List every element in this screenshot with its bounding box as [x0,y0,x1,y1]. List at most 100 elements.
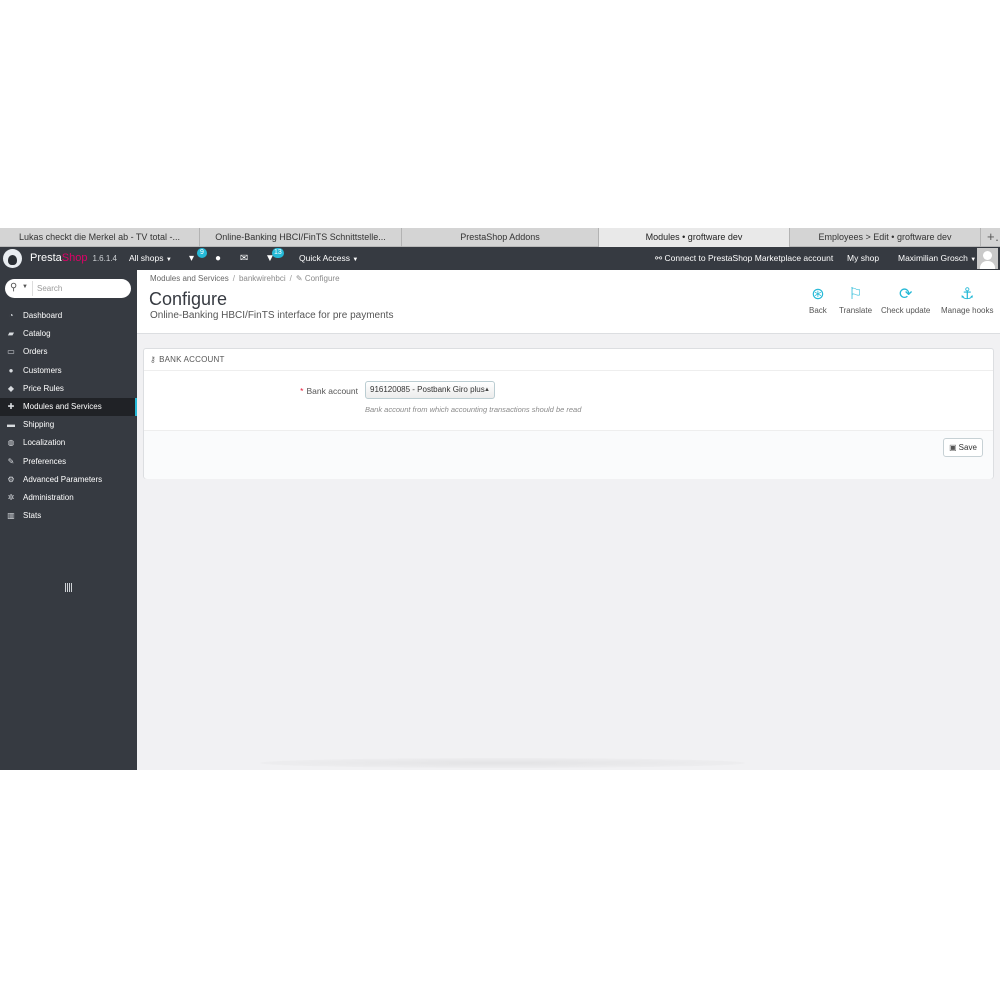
flag-icon: ⚐ [848,286,863,303]
puzzle-icon: ✚ [7,401,15,411]
breadcrumb-item-modules[interactable]: Modules and Services [150,274,229,283]
search-icon[interactable]: ⚲ [10,282,17,293]
top-navbar: PrestaShop 1.6.1.4 All shops ▼ ▾ 9 ● ✉ ▼ … [0,247,1000,270]
credit-card-icon: ▭ [7,347,15,357]
user-name: Maximilian Grosch [898,253,968,263]
sidebar-item-label: Localization [23,438,66,448]
user-menu[interactable]: Maximilian Grosch ▼ [898,247,976,270]
breadcrumb-item-configure: Configure [304,274,340,283]
select-arrows-icon: ▲▼ [484,387,490,393]
sidebar-item-label: Advanced Parameters [23,474,103,484]
marketplace-connect-link[interactable]: ⚯ Connect to PrestaShop Marketplace acco… [655,247,833,270]
browser-tab-2[interactable]: Online-Banking HBCI/FinTS Schnittstelle.… [200,228,402,247]
sidebar-item-catalog[interactable]: ▰ Catalog [0,325,137,343]
wrench-icon: ✎ [7,456,15,466]
breadcrumb-item-module[interactable]: bankwirehbci [239,274,286,283]
avatar[interactable] [977,248,998,269]
brand-name-presta: Presta [30,252,62,264]
anchor-icon: ⚓ [960,286,975,303]
cogs-icon: ⚙ [7,474,15,484]
sidebar-item-label: Orders [23,347,48,357]
sidebar-item-label: Shipping [23,420,55,430]
wrench-icon: ✎ [295,274,305,283]
browser-tab-4[interactable]: Modules • groftware dev [599,228,790,247]
marketplace-connect-label: Connect to PrestaShop Marketplace accoun… [664,253,834,263]
panel-footer: ▣ Save [144,430,993,479]
sidebar-item-label: Dashboard [23,311,63,320]
search-input[interactable] [37,281,125,296]
toolbar-manage-hooks-button[interactable]: ⚓ Manage hooks [941,284,993,315]
browser-tab-5[interactable]: Employees > Edit • groftware dev [790,228,981,247]
toolbar-back-button[interactable]: ⊛ Back [809,284,827,315]
toolbar-check-update-button[interactable]: ⟳ Check update [881,284,930,315]
search-scope-caret-icon[interactable]: ▼ [22,284,28,290]
toolbar-check-update-label: Check update [881,306,931,315]
search-divider [32,281,33,296]
page-title: Configure [149,289,228,309]
caret-down-icon: ▼ [165,257,172,263]
bank-account-help-text: Bank account from which accounting trans… [365,405,582,414]
refresh-icon: ⟳ [898,286,913,303]
sidebar-item-label: Customers [23,365,62,375]
notification-badge: 13 [272,248,284,258]
toolbar-manage-hooks-label: Manage hooks [941,306,994,315]
sidebar-item-advanced-parameters[interactable]: ⚙ Advanced Parameters [0,471,137,489]
collapse-sidebar-icon[interactable] [65,583,73,592]
customer-icon[interactable]: ● [215,253,221,264]
my-shop-label: My shop [847,253,880,263]
sidebar-item-administration[interactable]: ✲ Administration [0,489,137,507]
sidebar-item-shipping[interactable]: ▬ Shipping [0,416,137,434]
browser-tab-3[interactable]: PrestaShop Addons [402,228,599,247]
caret-down-icon: ▼ [970,257,977,263]
breadcrumb: Modules and Services / bankwirehbci / ✎ Conf… [150,274,340,283]
link-icon: ⚯ [655,253,663,263]
sidebar-item-label: Catalog [23,329,51,339]
envelope-icon[interactable]: ✉ [240,253,248,264]
sidebar-item-customers[interactable]: ● Customers [0,362,137,380]
cog-icon: ✲ [7,492,15,502]
sidebar-menu: ◔ Dashboard ▰ Catalog ▭ Orders ● Customers ◆ Pric… [0,307,137,525]
prestashop-logo-icon[interactable] [3,249,22,268]
bank-account-label: * Bank account [244,386,358,396]
required-asterisk: * [300,386,304,396]
save-button[interactable]: ▣ Save [943,438,983,457]
brand-logo[interactable]: PrestaShop 1.6.1.4 [30,247,117,270]
sidebar-item-orders[interactable]: ▭ Orders [0,343,137,361]
sidebar-item-price-rules[interactable]: ◆ Price Rules [0,380,137,398]
bank-account-select[interactable]: 916120085 - Postbank Giro plus ▲▼ [365,381,495,399]
caret-down-icon: ▼ [352,257,359,263]
my-shop-link[interactable]: My shop [847,247,879,270]
brand-name-shop: Shop [61,252,88,264]
page-subtitle: Online-Banking HBCI/FinTS interface for … [150,310,394,321]
toolbar-translate-label: Translate [839,306,873,315]
version-label: 1.6.1.4 [92,254,117,263]
key-icon: ⚷ [150,355,157,364]
breadcrumb-separator: / [289,274,292,283]
quick-access-dropdown[interactable]: Quick Access ▼ [299,247,358,270]
toolbar-translate-button[interactable]: ⚐ Translate [839,284,872,315]
dashboard-icon: ◔ [8,311,14,320]
sidebar: ⚲ ▼ ◔ Dashboard ▰ Catalog ▭ Orders ● Customers ◆… [0,270,137,770]
browser-tab-bar: Lukas checkt die Merkel ab - TV total -.… [0,228,1000,247]
bank-account-selected-value: 916120085 - Postbank Giro plus [370,385,485,394]
globe-icon: ◍ [7,438,15,448]
new-tab-button[interactable]: + [981,228,1000,247]
page-header: Modules and Services / bankwirehbci / ✎ Conf… [137,270,1000,334]
sidebar-item-dashboard[interactable]: ◔ Dashboard [0,307,137,325]
sidebar-item-label: Modules and Services [23,401,102,411]
sidebar-item-stats[interactable]: ▥ Stats [0,507,137,525]
sidebar-item-preferences[interactable]: ✎ Preferences [0,453,137,471]
bar-chart-icon: ▥ [7,511,15,521]
breadcrumb-separator: / [232,274,235,283]
tags-icon: ◆ [7,383,15,393]
sidebar-item-label: Preferences [23,456,67,466]
cart-icon[interactable]: ▾ [189,253,194,264]
browser-tab-1[interactable]: Lukas checkt die Merkel ab - TV total -.… [0,228,200,247]
toolbar-back-label: Back [809,306,827,315]
all-shops-dropdown[interactable]: All shops ▼ [129,247,172,270]
sidebar-item-modules-and-services[interactable]: ✚ Modules and Services [0,397,137,417]
bank-account-label-text: Bank account [306,386,358,396]
sidebar-item-localization[interactable]: ◍ Localization [0,434,137,452]
back-icon: ⊛ [811,286,825,303]
panel-heading: ⚷ BANK ACCOUNT [144,349,993,371]
